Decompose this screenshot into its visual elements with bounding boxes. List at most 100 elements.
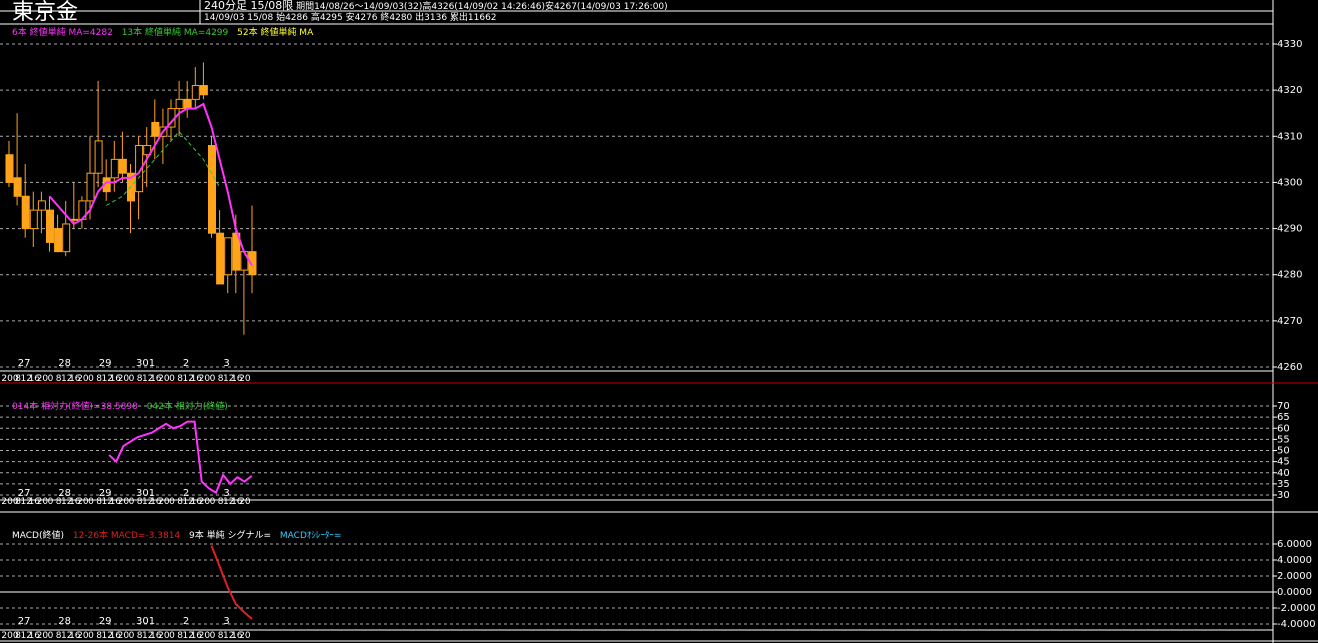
- legend-signal: 9本 単純 シグナル=: [189, 531, 272, 541]
- y-tick-label: 0.0000: [1277, 587, 1312, 598]
- candle-body: [70, 218, 79, 221]
- y-tick-label: 50: [1277, 446, 1290, 457]
- x-time-label: 0: [88, 374, 94, 384]
- x-time-label: 20: [37, 374, 49, 384]
- x-time-label: 0: [129, 374, 135, 384]
- y-tick-label: 4280: [1277, 270, 1302, 281]
- header-line-1: 240分足 15/08限 期間14/08/26～14/09/03(32)高432…: [204, 0, 668, 13]
- x-time-label: 0: [210, 374, 216, 384]
- candle-body: [94, 140, 103, 174]
- y-tick-label: -2.0000: [1277, 603, 1316, 614]
- x-time-label: 0: [169, 631, 175, 641]
- x-day-label: 29: [99, 616, 112, 627]
- x-time-label: 0: [210, 631, 216, 641]
- y-tick-label: 4300: [1277, 177, 1302, 188]
- x-time-label: 0: [129, 631, 135, 641]
- x-time-label: 20: [118, 374, 130, 384]
- legend-ma13: 13本 終値単純 MA=4299: [121, 28, 229, 38]
- x-time-label: 20: [158, 631, 170, 641]
- x-time-label: 20: [199, 631, 211, 641]
- candle-body: [46, 209, 54, 243]
- y-tick-label: 4290: [1277, 224, 1302, 235]
- rsi14-line: [108, 420, 253, 495]
- y-tick-label: 2.0000: [1277, 571, 1312, 582]
- y-tick-label: 45: [1277, 457, 1290, 468]
- y-tick-label: 4260: [1277, 362, 1302, 373]
- candle-body: [62, 223, 71, 253]
- x-time-label: 0: [48, 374, 54, 384]
- instrument-title: 東京金: [12, 0, 79, 25]
- x-time-label: 20: [199, 374, 211, 384]
- y-tick-label: 4.0000: [1277, 555, 1312, 566]
- candle-body: [183, 98, 192, 110]
- candle-body: [175, 98, 184, 110]
- x-day-label: 301: [136, 358, 155, 369]
- x-time-label: 20: [77, 631, 89, 641]
- y-tick-label: -4.0000: [1277, 619, 1316, 630]
- x-time-label: 20: [118, 497, 130, 507]
- y-tick-label: 70: [1277, 401, 1290, 412]
- legend-oscillator: MACDｵｼﾚｰﾀｰ=: [279, 531, 342, 541]
- x-time-label: 0: [88, 631, 94, 641]
- header-line-2: 14/09/03 15/08 始4286 高4295 安4276 終4280 出…: [204, 13, 497, 23]
- candle-body: [151, 121, 160, 137]
- legend-macd: 12-26本 MACD=-3.3814: [72, 531, 181, 541]
- candle-body: [199, 85, 208, 96]
- y-tick-label: 6.0000: [1277, 539, 1312, 550]
- legend-ma6: 6本 終値単純 MA=4282: [12, 28, 113, 38]
- y-tick-label: 4320: [1277, 85, 1302, 96]
- legend-ma52: 52本 終値単純 MA: [237, 28, 314, 38]
- x-day-label: 3: [223, 358, 229, 369]
- y-tick-label: 35: [1277, 479, 1290, 490]
- candle-body: [224, 237, 233, 276]
- header-timeframe: 240分足 15/08限: [204, 0, 294, 12]
- candle-body: [21, 195, 30, 230]
- candle-body: [208, 145, 216, 234]
- x-time-label: 20: [37, 631, 49, 641]
- x-time-label: 0: [129, 497, 135, 507]
- candle-body: [86, 172, 95, 202]
- x-time-label: 20: [239, 631, 251, 641]
- x-time-label: 0: [169, 374, 175, 384]
- y-tick-label: 55: [1277, 434, 1290, 445]
- x-time-label: 20: [158, 374, 170, 384]
- y-tick-label: 30: [1277, 490, 1290, 501]
- y-tick-label: 4310: [1277, 131, 1302, 142]
- legend-macd-title: MACD(終値): [12, 531, 65, 541]
- y-tick-label: 4330: [1277, 39, 1302, 50]
- x-time-label: 20: [77, 497, 89, 507]
- x-day-label: 29: [99, 358, 112, 369]
- x-day-label: 28: [58, 616, 71, 627]
- candle-body: [37, 200, 46, 211]
- y-tick-label: 40: [1277, 468, 1290, 479]
- x-time-label: 20: [37, 497, 49, 507]
- x-day-label: 28: [58, 358, 71, 369]
- candle-body: [54, 228, 63, 253]
- macd-legend: MACD(終値) 12-26本 MACD=-3.3814 9本 単純 シグナル=…: [12, 531, 347, 542]
- x-time-label: 0: [48, 631, 54, 641]
- chart-canvas: 4260427042804290430043104320433027 28 29 30…: [0, 0, 1318, 643]
- x-time-label: 20: [199, 497, 211, 507]
- x-day-label: 2: [183, 616, 189, 627]
- x-time-label: 20: [77, 374, 89, 384]
- x-time-label: 0: [210, 497, 216, 507]
- candle-body: [216, 232, 225, 285]
- candle-body: [118, 158, 127, 174]
- price-legend: 6本 終値単純 MA=4282 13本 終値単純 MA=4299 52本 終値単…: [12, 28, 319, 39]
- x-time-label: 0: [169, 497, 175, 507]
- legend-rsi42: 042本 相対力(終値): [146, 402, 228, 412]
- x-time-label: 20: [239, 374, 251, 384]
- header-period: 期間14/08/26～14/09/03(32)高4326(14/09/02 14…: [296, 2, 668, 12]
- x-day-label: 301: [136, 616, 155, 627]
- y-tick-label: 65: [1277, 412, 1290, 423]
- candle-body: [29, 209, 38, 230]
- x-time-label: 20: [158, 497, 170, 507]
- x-time-label: 0: [88, 497, 94, 507]
- x-day-label: 3: [223, 616, 229, 627]
- x-day-label: 27: [18, 616, 31, 627]
- x-day-label: 2: [183, 358, 189, 369]
- candle-body: [191, 85, 200, 100]
- rsi-legend: 014本 相対力(終値)=38.5898 042本 相対力(終値): [12, 402, 234, 413]
- x-time-label: 0: [48, 497, 54, 507]
- y-tick-label: 4270: [1277, 316, 1302, 327]
